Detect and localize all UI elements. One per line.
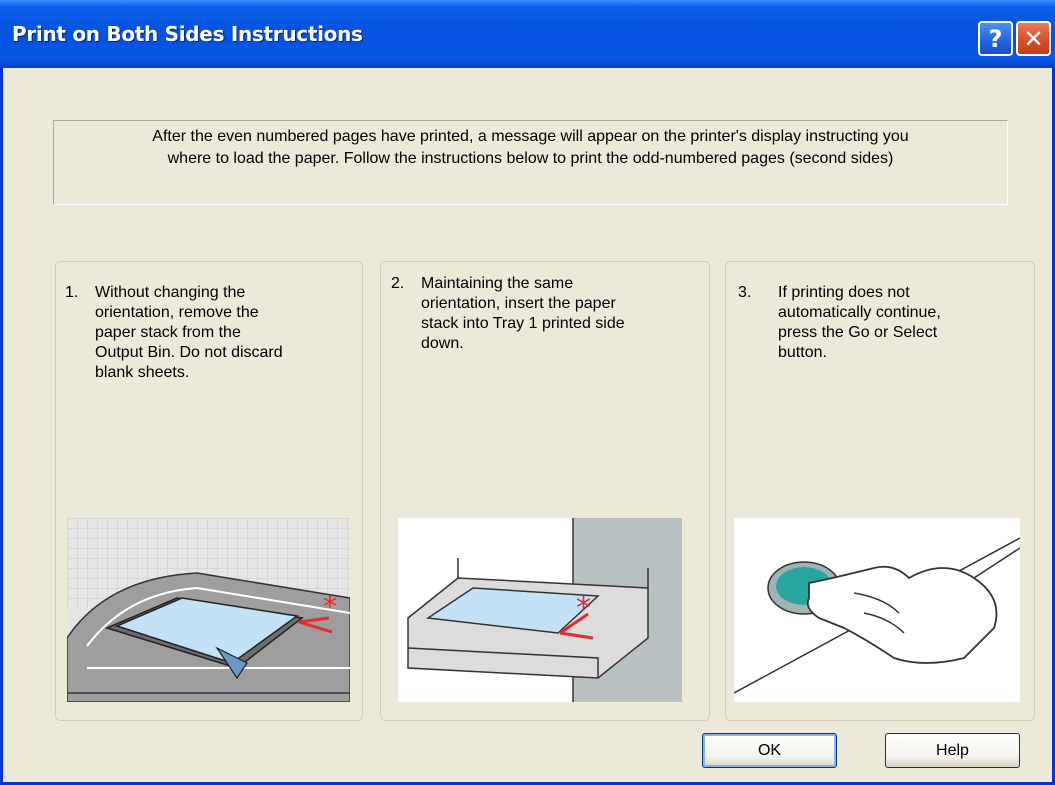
step-3-line: press the Go or Select — [778, 324, 938, 341]
svg-text:*: * — [576, 591, 591, 626]
step-3-line: If printing does not — [778, 284, 910, 301]
step-3-line: button. — [778, 344, 827, 361]
step-1-line: Without changing the — [95, 284, 246, 301]
title-bar[interactable]: Print on Both Sides Instructions ? ✕ — [0, 0, 1055, 68]
close-icon: ✕ — [1023, 24, 1044, 53]
help-button[interactable]: Help — [885, 733, 1020, 768]
step-2-line: Maintaining the same — [421, 275, 574, 292]
window-title: Print on Both Sides Instructions — [12, 22, 363, 46]
step-2-number: 2. — [391, 275, 405, 292]
step-3-number: 3. — [738, 284, 752, 301]
step-3-line: automatically continue, — [778, 304, 941, 321]
title-help-button[interactable]: ? — [978, 21, 1013, 56]
question-mark-icon: ? — [988, 24, 1003, 53]
step-1-line: blank sheets. — [95, 364, 190, 381]
dialog-window: Print on Both Sides Instructions ? ✕ Aft… — [0, 0, 1055, 785]
finger-press-button-icon — [734, 518, 1020, 702]
step-2-text: 2. Maintaining the same orientation, ins… — [391, 274, 703, 354]
step-2-line: stack into Tray 1 printed side — [421, 315, 625, 332]
step-3-text: 3. If printing does not automatically co… — [738, 283, 1028, 363]
step-1-number: 1. — [65, 284, 79, 301]
title-close-button[interactable]: ✕ — [1016, 21, 1051, 56]
ok-button[interactable]: OK — [702, 733, 837, 768]
step-1-line: Output Bin. Do not discard — [95, 344, 283, 361]
step-2-line: orientation, insert the paper — [421, 295, 616, 312]
step-1-text: 1. Without changing the orientation, rem… — [65, 283, 355, 383]
svg-text:*: * — [323, 590, 337, 623]
intro-message-box: After the even numbered pages have print… — [53, 120, 1008, 205]
step-2-line: down. — [421, 335, 464, 352]
output-bin-paper-stack-icon: * — [67, 518, 350, 702]
step-1-line: paper stack from the — [95, 324, 241, 341]
intro-line-1: After the even numbered pages have print… — [152, 128, 909, 145]
step-1-line: orientation, remove the — [95, 304, 259, 321]
tray-insert-paper-icon: * — [398, 518, 682, 702]
intro-line-2: where to load the paper. Follow the inst… — [167, 150, 894, 167]
